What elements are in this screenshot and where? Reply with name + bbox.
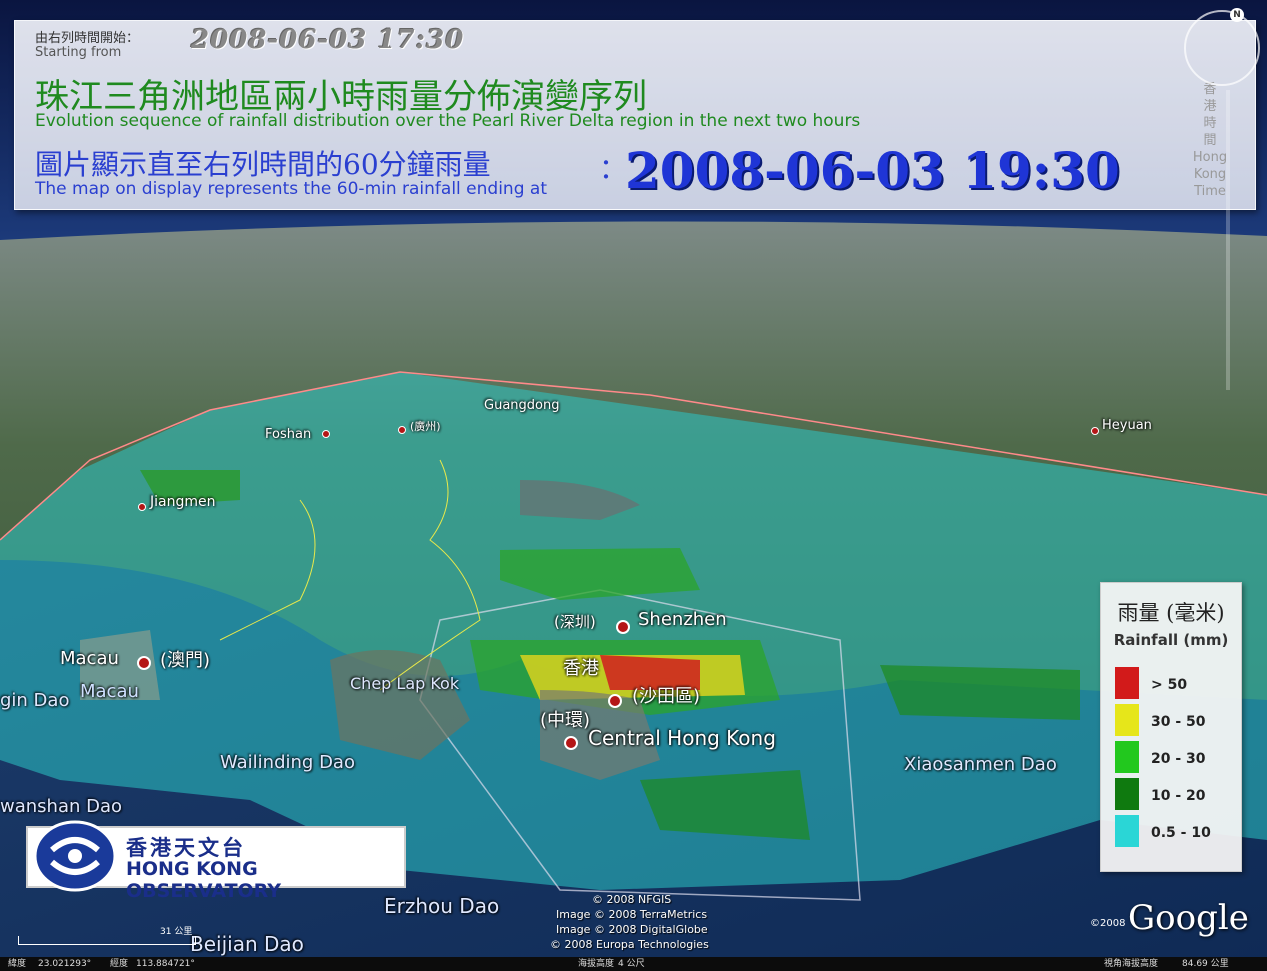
- label-wanshan-dao[interactable]: wanshan Dao: [0, 796, 122, 817]
- place-marker-icon[interactable]: [322, 430, 330, 438]
- label-central-zh[interactable]: (中環): [540, 706, 590, 732]
- label-shenzhen[interactable]: Shenzhen: [638, 609, 727, 630]
- label-chep-lap-kok[interactable]: Chep Lap Kok: [350, 674, 459, 693]
- label-shatin-zh[interactable]: (沙田區): [632, 682, 700, 708]
- label-wailinding-dao[interactable]: Wailinding Dao: [220, 752, 355, 773]
- start-label-en: Starting from: [35, 45, 122, 60]
- place-marker-icon[interactable]: [616, 620, 630, 634]
- label-guangzhou-zh[interactable]: (廣州): [410, 418, 441, 434]
- google-logo: Google: [1128, 898, 1249, 938]
- legend-label: 30 - 50: [1151, 714, 1206, 730]
- scale-bar: [18, 936, 196, 945]
- label-heyuan[interactable]: Heyuan: [1102, 418, 1152, 433]
- place-marker-icon[interactable]: [398, 426, 406, 434]
- lon-label: 經度: [110, 959, 129, 969]
- start-time: 2008-06-03 17:30: [191, 25, 465, 55]
- legend-swatch: [1115, 704, 1139, 736]
- credit-line: Image © 2008 TerraMetrics: [556, 908, 708, 921]
- legend-label: 0.5 - 10: [1151, 825, 1211, 841]
- label-macau[interactable]: Macau: [60, 648, 119, 669]
- title-en: Evolution sequence of rainfall distribut…: [35, 111, 861, 131]
- label-macau-2[interactable]: Macau: [80, 681, 139, 702]
- hko-emblem-icon: [33, 820, 117, 892]
- credit-line: © 2008 Europa Technologies: [550, 938, 709, 951]
- hko-logo: 香港天文台 HONG KONG OBSERVATORY: [26, 820, 406, 902]
- elevation-value: 4 公尺: [618, 959, 645, 969]
- map-label-en: The map on display represents the 60-min…: [35, 179, 547, 199]
- legend-swatch: [1115, 741, 1139, 773]
- map-label-separator: ：: [599, 152, 628, 185]
- header-panel: 由右列時間開始： Starting from 2008-06-03 17:30 …: [14, 20, 1256, 210]
- label-xiaosanmen-dao[interactable]: Xiaosanmen Dao: [904, 754, 1057, 775]
- status-bar: 緯度 23.021293° 經度 113.884721° 海拔高度 4 公尺 視…: [0, 957, 1267, 971]
- credit-line: Image © 2008 DigitalGlobe: [556, 923, 708, 936]
- lon-value: 113.884721°: [136, 959, 195, 969]
- label-foshan[interactable]: Foshan: [265, 427, 311, 442]
- place-marker-icon[interactable]: [1091, 427, 1099, 435]
- place-marker-icon[interactable]: [137, 656, 151, 670]
- lat-label: 緯度: [8, 959, 27, 969]
- elevation-label: 海拔高度: [578, 959, 615, 969]
- legend-label: 20 - 30: [1151, 751, 1206, 767]
- place-marker-icon[interactable]: [608, 694, 622, 708]
- legend-swatch: [1115, 778, 1139, 810]
- label-hongkong-zh[interactable]: 香港: [563, 654, 599, 680]
- legend-title-en: Rainfall (mm): [1113, 631, 1229, 649]
- label-shenzhen-zh[interactable]: (深圳): [554, 611, 596, 632]
- lat-value: 23.021293°: [38, 959, 92, 969]
- map-label-zh: 圖片顯示直至右列時間的60分鐘雨量: [35, 148, 491, 181]
- label-guangdong[interactable]: Guangdong: [484, 398, 559, 413]
- zoom-slider[interactable]: [1226, 90, 1230, 390]
- compass-ring-icon[interactable]: [1184, 10, 1260, 86]
- logo-text-en: HONG KONG OBSERVATORY: [126, 858, 282, 902]
- label-gin-dao[interactable]: gin Dao: [0, 690, 69, 711]
- rainfall-legend: 雨量 (毫米) Rainfall (mm) > 50 30 - 50 20 - …: [1100, 582, 1242, 872]
- label-central-hong-kong[interactable]: Central Hong Kong: [588, 726, 776, 750]
- credit-line: © 2008 NFGIS: [592, 893, 672, 906]
- google-year: ©2008: [1090, 918, 1126, 929]
- eye-altitude-label: 視角海拔高度: [1104, 959, 1159, 969]
- legend-label: > 50: [1151, 677, 1188, 693]
- eye-altitude-value: 84.69 公里: [1182, 959, 1229, 969]
- label-jiangmen[interactable]: Jiangmen: [150, 494, 215, 510]
- legend-swatch: [1115, 815, 1139, 847]
- place-marker-icon[interactable]: [138, 503, 146, 511]
- legend-label: 10 - 20: [1151, 788, 1206, 804]
- place-marker-icon[interactable]: [564, 736, 578, 750]
- start-label-zh: 由右列時間開始：: [35, 31, 140, 46]
- legend-title-zh: 雨量 (毫米): [1117, 601, 1225, 625]
- label-macau-zh[interactable]: (澳門): [160, 646, 210, 672]
- label-beijian-dao[interactable]: Beijian Dao: [190, 932, 304, 956]
- legend-swatch: [1115, 667, 1139, 699]
- north-indicator-icon[interactable]: N: [1230, 8, 1244, 22]
- end-time: 2008-06-03 19:30: [625, 141, 1120, 200]
